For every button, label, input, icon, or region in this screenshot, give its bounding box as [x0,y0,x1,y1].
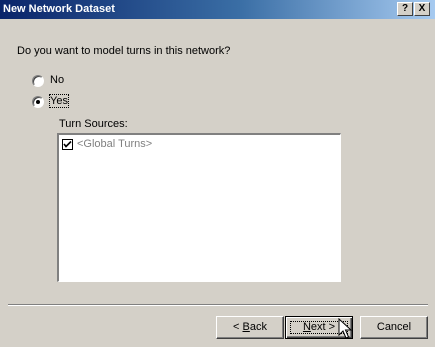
global-turns-checkbox[interactable] [62,139,73,150]
back-button[interactable]: < Back [216,316,284,339]
mouse-pointer-icon [338,318,352,339]
back-rest: ack [249,321,267,333]
turn-sources-label: Turn Sources: [59,118,128,130]
close-button[interactable]: X [414,2,430,16]
radio-yes-circle[interactable] [32,96,44,108]
help-button[interactable]: ? [397,2,413,16]
radio-selected-dot [36,100,40,104]
turns-question: Do you want to model turns in this netwo… [17,45,231,57]
close-icon: X [418,3,426,14]
global-turns-label: <Global Turns> [77,138,153,150]
button-separator [8,304,428,306]
back-mnemonic: B [242,321,250,333]
radio-yes-label[interactable]: Yes [49,94,69,108]
help-icon: ? [401,3,409,14]
checkmark-icon [63,140,72,148]
radio-no-circle[interactable] [32,75,44,87]
title-bar: New Network Dataset ? X [0,0,435,19]
window-title: New Network Dataset [3,3,115,15]
turn-sources-list[interactable]: <Global Turns> [57,133,341,282]
radio-no-label[interactable]: No [50,74,64,86]
cancel-label: Cancel [376,321,412,333]
back-prefix: < [233,321,243,333]
cancel-button[interactable]: Cancel [360,316,428,339]
